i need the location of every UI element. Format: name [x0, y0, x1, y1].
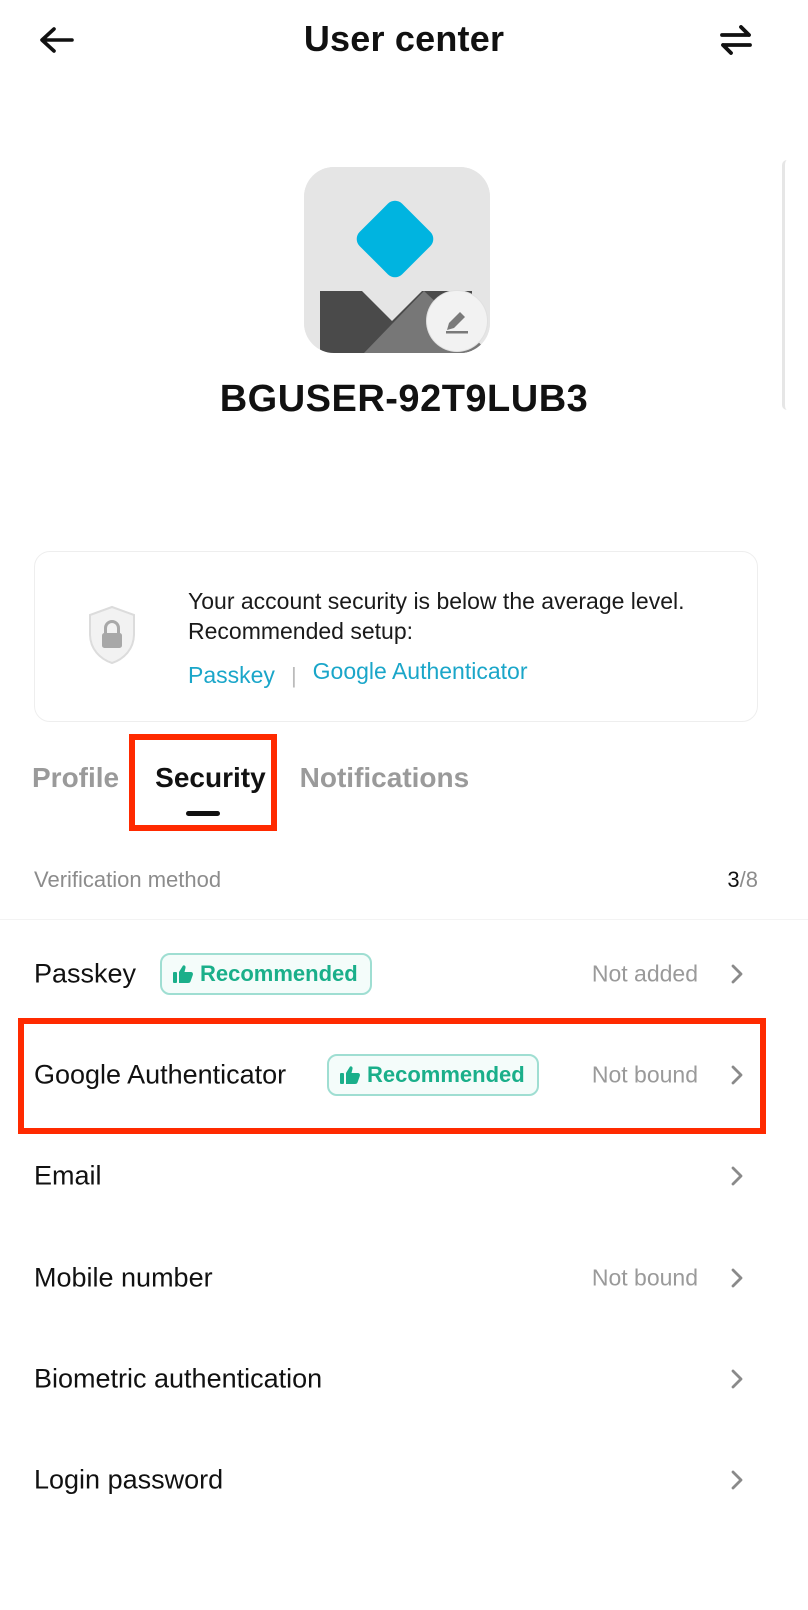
thumbs-up-icon — [173, 965, 193, 983]
switch-account-icon[interactable] — [714, 18, 758, 62]
tab-profile[interactable]: Profile — [32, 762, 119, 794]
username: BGUSER-92T9LUB3 — [219, 378, 589, 420]
recommended-setup-links: Passkey | Google Authenticator — [188, 654, 527, 689]
security-warning-line2: Recommended setup: — [188, 618, 414, 644]
chevron-right-icon — [731, 1369, 743, 1389]
shield-lock-icon — [86, 604, 138, 666]
method-row-email[interactable]: Email — [0, 1126, 808, 1226]
method-label: Biometric authentication — [34, 1363, 323, 1394]
method-label: Passkey — [34, 958, 137, 989]
edit-avatar-button[interactable] — [427, 291, 487, 351]
google-authenticator-link[interactable]: Google Authenticator — [313, 658, 528, 685]
section-label: Verification method — [34, 867, 222, 892]
security-warning-line1: Your account security is below the avera… — [188, 588, 685, 614]
chevron-right-icon — [731, 964, 743, 984]
verification-count-done: 3 — [727, 867, 740, 892]
user-center-screen: User center BGUSER-92T9LUB3 Your account… — [0, 0, 808, 1610]
method-label: Login password — [34, 1464, 224, 1495]
method-row-passkey[interactable]: Passkey Recommended Not added — [0, 924, 808, 1024]
scroll-indicator — [782, 160, 792, 410]
security-warning-text: Your account security is below the avera… — [188, 586, 748, 646]
tab-notifications[interactable]: Notifications — [300, 762, 470, 794]
verification-count: 3/8 — [727, 867, 758, 893]
method-label: Mobile number — [34, 1262, 213, 1293]
verification-count-total: /8 — [739, 867, 758, 892]
method-status: Not added — [591, 960, 698, 987]
badge-label: Recommended — [200, 961, 358, 986]
google-authenticator-highlight-box — [18, 1018, 766, 1134]
section-divider — [0, 919, 808, 920]
page-title: User center — [303, 18, 505, 59]
method-status: Not bound — [591, 1264, 698, 1291]
passkey-link[interactable]: Passkey — [188, 662, 275, 689]
chevron-right-icon — [731, 1470, 743, 1490]
link-separator: | — [290, 662, 297, 688]
chevron-right-icon — [731, 1166, 743, 1186]
method-label: Email — [34, 1160, 102, 1191]
method-row-biometric[interactable]: Biometric authentication — [0, 1329, 808, 1429]
recommended-badge: Recommended — [160, 953, 372, 995]
method-row-login-password[interactable]: Login password — [0, 1430, 808, 1530]
chevron-right-icon — [731, 1268, 743, 1288]
pencil-icon — [446, 312, 468, 334]
security-tab-highlight-box — [129, 734, 277, 831]
method-row-mobile-number[interactable]: Mobile number Not bound — [0, 1228, 808, 1328]
